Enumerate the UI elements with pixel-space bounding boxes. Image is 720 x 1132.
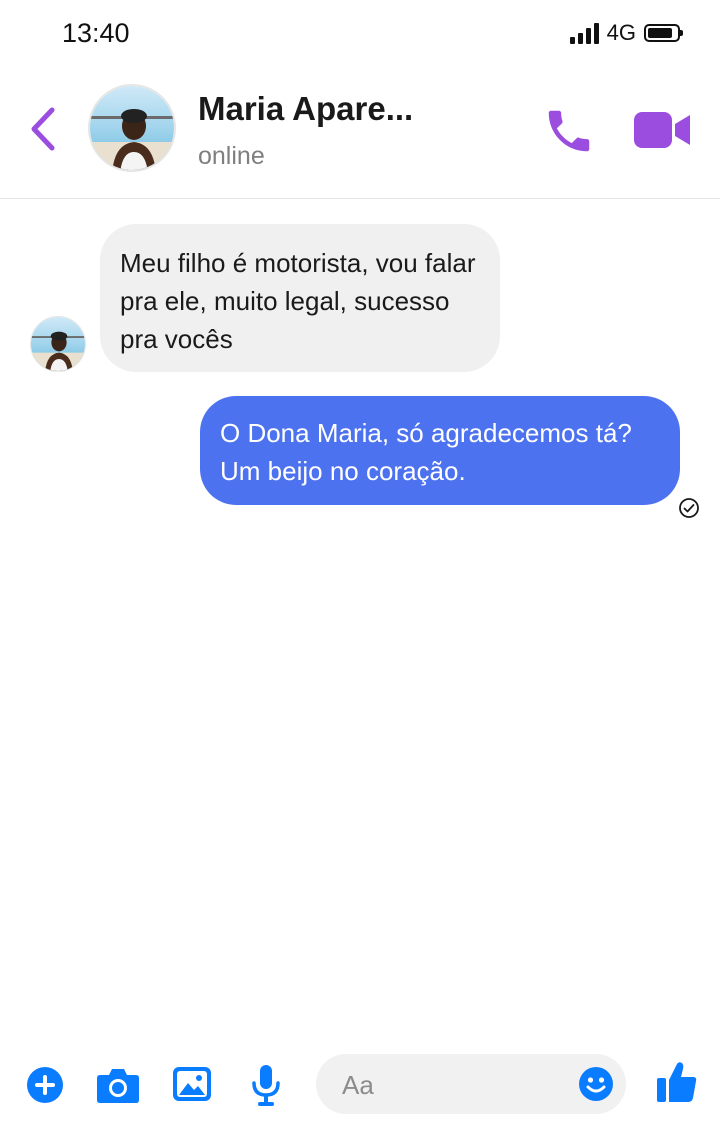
plus-icon <box>27 1067 63 1103</box>
message-input[interactable] <box>340 1062 564 1108</box>
phone-icon <box>548 110 590 152</box>
add-button[interactable] <box>26 1066 64 1104</box>
chevron-left-icon <box>31 107 55 151</box>
emoji-button[interactable] <box>578 1066 614 1102</box>
microphone-icon <box>252 1065 280 1106</box>
voice-message-button[interactable] <box>250 1064 282 1106</box>
signal-bars-icon <box>569 22 599 44</box>
thumbs-up-icon <box>657 1062 697 1102</box>
sender-avatar <box>30 316 86 372</box>
battery-icon <box>644 24 683 42</box>
status-indicators: 4G <box>569 20 683 46</box>
gallery-button[interactable] <box>172 1066 212 1102</box>
status-time: 13:40 <box>62 18 130 48</box>
status-bar: 13:40 4G <box>0 0 720 64</box>
video-camera-icon <box>634 112 690 148</box>
emoji-icon <box>579 1067 613 1101</box>
video-call-button[interactable] <box>632 108 692 152</box>
camera-icon <box>97 1069 139 1103</box>
avatar-photo <box>90 86 174 170</box>
message-composer <box>0 1040 720 1132</box>
voice-call-button[interactable] <box>542 104 596 158</box>
incoming-message[interactable]: Meu filho é motorista, vou falar pra ele… <box>100 224 500 372</box>
sent-check-icon <box>678 497 700 519</box>
chat-header: Maria Apare... online <box>0 64 720 199</box>
contact-avatar[interactable] <box>88 84 176 172</box>
back-button[interactable] <box>24 104 64 154</box>
like-button[interactable] <box>656 1060 698 1104</box>
image-icon <box>173 1067 211 1101</box>
outgoing-message[interactable]: O Dona Maria, só agradecemos tá? Um beij… <box>200 396 680 505</box>
camera-button[interactable] <box>96 1066 140 1104</box>
avatar-photo-small <box>31 317 85 371</box>
network-type: 4G <box>606 20 636 45</box>
message-input-container <box>316 1054 626 1114</box>
contact-name[interactable]: Maria Apare... <box>198 90 413 128</box>
presence-status: online <box>198 142 265 170</box>
